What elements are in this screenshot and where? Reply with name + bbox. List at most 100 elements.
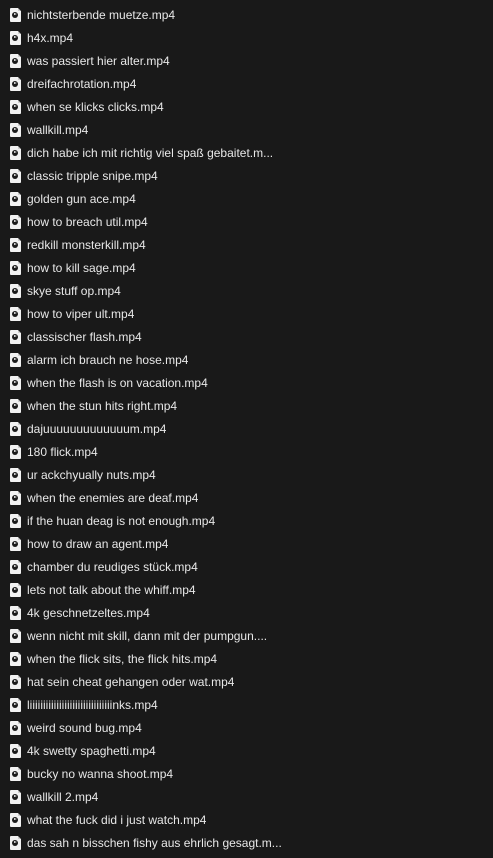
video-file-icon — [10, 145, 21, 160]
video-file-icon — [10, 214, 21, 229]
file-name: when the enemies are deaf.mp4 — [27, 490, 199, 505]
file-item[interactable]: lets not talk about the whiff.mp4 — [0, 578, 493, 601]
video-file-icon — [10, 559, 21, 574]
file-item[interactable]: 180 flick.mp4 — [0, 440, 493, 463]
file-name: wallkill 2.mp4 — [27, 789, 99, 804]
file-name: what the fuck did i just watch.mp4 — [27, 812, 207, 827]
video-file-icon — [10, 30, 21, 45]
file-item[interactable]: 4k geschnetzeltes.mp4 — [0, 601, 493, 624]
video-file-icon — [10, 352, 21, 367]
file-item[interactable]: when the flash is on vacation.mp4 — [0, 371, 493, 394]
video-file-icon — [10, 375, 21, 390]
video-file-icon — [10, 260, 21, 275]
file-name: ur ackchyually nuts.mp4 — [27, 467, 156, 482]
file-name: when se klicks clicks.mp4 — [27, 99, 164, 114]
file-item[interactable]: when the enemies are deaf.mp4 — [0, 486, 493, 509]
file-name: 4k swetty spaghetti.mp4 — [27, 743, 156, 758]
file-item[interactable]: redkill monsterkill.mp4 — [0, 233, 493, 256]
file-name: when the stun hits right.mp4 — [27, 398, 178, 413]
video-file-icon — [10, 720, 21, 735]
file-item[interactable]: wallkill.mp4 — [0, 118, 493, 141]
file-item[interactable]: dich habe ich mit richtig viel spaß geba… — [0, 141, 493, 164]
file-item[interactable]: ur ackchyually nuts.mp4 — [0, 463, 493, 486]
file-item[interactable]: weird sound bug.mp4 — [0, 716, 493, 739]
video-file-icon — [10, 490, 21, 505]
file-item[interactable]: alarm ich brauch ne hose.mp4 — [0, 348, 493, 371]
file-name: liiiiiiiiiiiiiiiiiiiiiiiiiiiiiiinks.mp4 — [27, 697, 158, 712]
video-file-icon — [10, 99, 21, 114]
video-file-icon — [10, 168, 21, 183]
video-file-icon — [10, 766, 21, 781]
video-file-icon — [10, 513, 21, 528]
file-name: when the flash is on vacation.mp4 — [27, 375, 208, 390]
file-name: 180 flick.mp4 — [27, 444, 98, 459]
file-name: classic tripple snipe.mp4 — [27, 168, 158, 183]
video-file-icon — [10, 53, 21, 68]
file-name: chamber du reudiges stück.mp4 — [27, 559, 198, 574]
video-file-icon — [10, 7, 21, 22]
file-item[interactable]: hat sein cheat gehangen oder wat.mp4 — [0, 670, 493, 693]
file-item[interactable]: classic tripple snipe.mp4 — [0, 164, 493, 187]
file-name: alarm ich brauch ne hose.mp4 — [27, 352, 189, 367]
file-name: dich habe ich mit richtig viel spaß geba… — [27, 145, 274, 160]
file-name: how to viper ult.mp4 — [27, 306, 135, 321]
video-file-icon — [10, 191, 21, 206]
file-name: hat sein cheat gehangen oder wat.mp4 — [27, 674, 235, 689]
file-item[interactable]: das sah n bisschen fishy aus ehrlich ges… — [0, 831, 493, 854]
file-item[interactable]: when se klicks clicks.mp4 — [0, 95, 493, 118]
file-item[interactable]: nichtsterbende muetze.mp4 — [0, 3, 493, 26]
video-file-icon — [10, 651, 21, 666]
video-file-icon — [10, 582, 21, 597]
file-name: if the huan deag is not enough.mp4 — [27, 513, 216, 528]
file-name: skye stuff op.mp4 — [27, 283, 121, 298]
video-file-icon — [10, 835, 21, 850]
file-name: lets not talk about the whiff.mp4 — [27, 582, 196, 597]
video-file-icon — [10, 789, 21, 804]
file-item[interactable]: dreifachrotation.mp4 — [0, 72, 493, 95]
video-file-icon — [10, 628, 21, 643]
file-name: wenn nicht mit skill, dann mit der pumpg… — [27, 628, 268, 643]
file-list: nichtsterbende muetze.mp4 h4x.mp4 was pa… — [0, 3, 493, 854]
file-item[interactable]: classischer flash.mp4 — [0, 325, 493, 348]
video-file-icon — [10, 674, 21, 689]
video-file-icon — [10, 743, 21, 758]
video-file-icon — [10, 237, 21, 252]
file-item[interactable]: when the stun hits right.mp4 — [0, 394, 493, 417]
file-item[interactable]: when the flick sits, the flick hits.mp4 — [0, 647, 493, 670]
video-file-icon — [10, 605, 21, 620]
video-file-icon — [10, 697, 21, 712]
file-item[interactable]: how to breach util.mp4 — [0, 210, 493, 233]
file-item[interactable]: bucky no wanna shoot.mp4 — [0, 762, 493, 785]
file-item[interactable]: wenn nicht mit skill, dann mit der pumpg… — [0, 624, 493, 647]
file-name: dajuuuuuuuuuuuuum.mp4 — [27, 421, 167, 436]
file-item[interactable]: wallkill 2.mp4 — [0, 785, 493, 808]
file-item[interactable]: how to kill sage.mp4 — [0, 256, 493, 279]
file-name: dreifachrotation.mp4 — [27, 76, 137, 91]
file-item[interactable]: 4k swetty spaghetti.mp4 — [0, 739, 493, 762]
video-file-icon — [10, 398, 21, 413]
file-name: nichtsterbende muetze.mp4 — [27, 7, 176, 22]
file-item[interactable]: what the fuck did i just watch.mp4 — [0, 808, 493, 831]
file-name: was passiert hier alter.mp4 — [27, 53, 170, 68]
video-file-icon — [10, 329, 21, 344]
file-name: das sah n bisschen fishy aus ehrlich ges… — [27, 835, 282, 850]
file-item[interactable]: golden gun ace.mp4 — [0, 187, 493, 210]
file-name: golden gun ace.mp4 — [27, 191, 136, 206]
file-name: how to kill sage.mp4 — [27, 260, 136, 275]
file-name: how to draw an agent.mp4 — [27, 536, 169, 551]
file-item[interactable]: how to draw an agent.mp4 — [0, 532, 493, 555]
file-item[interactable]: if the huan deag is not enough.mp4 — [0, 509, 493, 532]
file-name: bucky no wanna shoot.mp4 — [27, 766, 174, 781]
file-item[interactable]: skye stuff op.mp4 — [0, 279, 493, 302]
file-item[interactable]: liiiiiiiiiiiiiiiiiiiiiiiiiiiiiiinks.mp4 — [0, 693, 493, 716]
file-item[interactable]: was passiert hier alter.mp4 — [0, 49, 493, 72]
file-item[interactable]: h4x.mp4 — [0, 26, 493, 49]
file-item[interactable]: dajuuuuuuuuuuuuum.mp4 — [0, 417, 493, 440]
file-name: redkill monsterkill.mp4 — [27, 237, 146, 252]
video-file-icon — [10, 122, 21, 137]
file-item[interactable]: how to viper ult.mp4 — [0, 302, 493, 325]
file-name: weird sound bug.mp4 — [27, 720, 142, 735]
file-name: h4x.mp4 — [27, 30, 74, 45]
file-item[interactable]: chamber du reudiges stück.mp4 — [0, 555, 493, 578]
file-name: 4k geschnetzeltes.mp4 — [27, 605, 150, 620]
